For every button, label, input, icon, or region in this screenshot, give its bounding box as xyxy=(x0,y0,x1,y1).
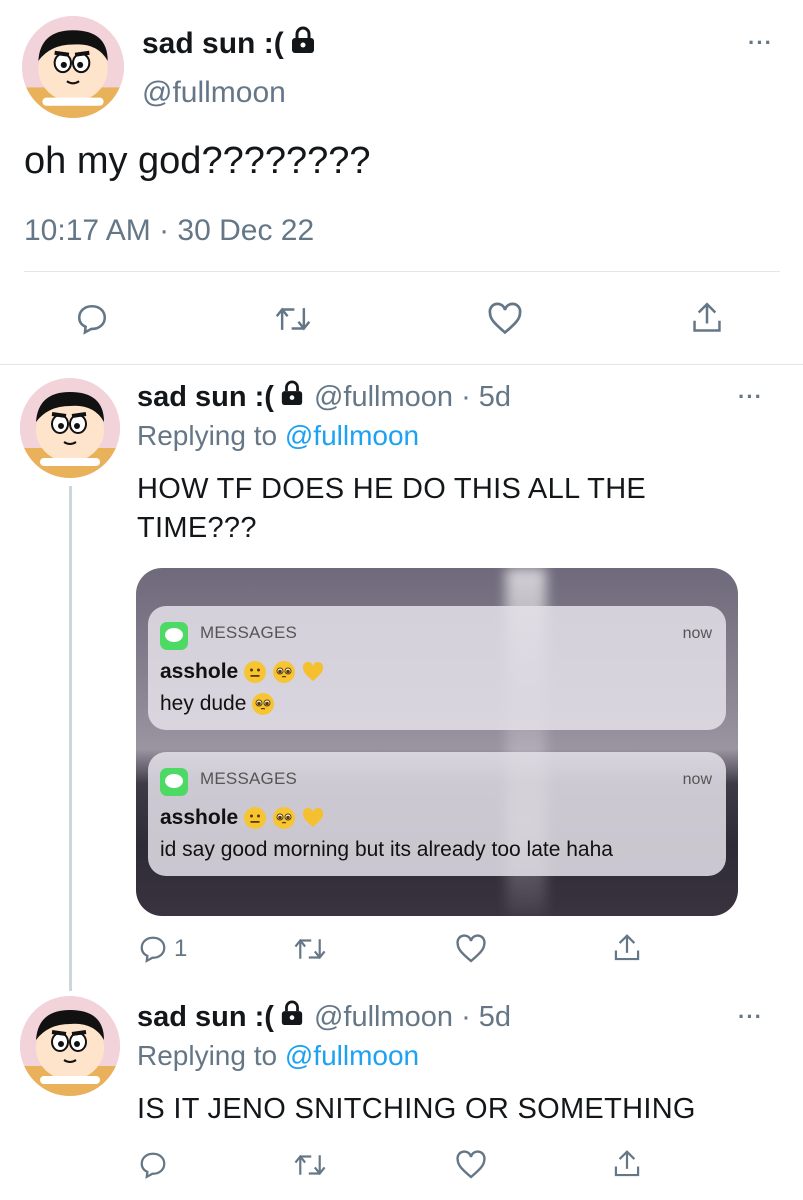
tweet-text: oh my god???????? xyxy=(24,140,371,182)
share-button[interactable] xyxy=(690,300,724,336)
share-icon xyxy=(693,302,721,332)
share-button[interactable] xyxy=(612,1148,642,1180)
notification-sender: asshole xyxy=(160,806,325,830)
like-icon xyxy=(456,934,486,963)
reply-icon xyxy=(140,936,166,963)
divider xyxy=(0,364,803,365)
notification-time: now xyxy=(682,625,712,642)
notification-app-name: MESSAGES xyxy=(200,623,298,642)
more-icon[interactable]: ··· xyxy=(738,1004,763,1030)
neutral-face-icon xyxy=(243,806,267,830)
pleading-face-icon xyxy=(272,806,296,830)
reply-count: 1 xyxy=(174,935,188,962)
notification-card: MESSAGES now asshole hey dude xyxy=(148,606,726,730)
reply-header: sad sun :( @fullmoon · 5d xyxy=(137,380,511,414)
tweet-image[interactable]: MESSAGES now asshole hey dude MESSAGES n… xyxy=(136,568,738,916)
share-icon xyxy=(614,934,640,961)
neutral-face-icon xyxy=(243,660,267,684)
tweet-text: HOW TF DOES HE DO THIS ALL THE TIME??? xyxy=(137,473,647,544)
messages-icon xyxy=(160,622,188,650)
reply-icon xyxy=(77,304,107,335)
notification-card: MESSAGES now asshole id say good morning… xyxy=(148,752,726,876)
lock-icon xyxy=(280,380,304,414)
notification-message: id say good morning but its already too … xyxy=(160,838,613,861)
author-name[interactable]: sad sun :( xyxy=(137,380,304,414)
reply-button[interactable] xyxy=(75,302,109,336)
author-handle[interactable]: @fullmoon · 5d xyxy=(314,1001,511,1034)
replying-to-link[interactable]: @fullmoon xyxy=(285,1040,419,1071)
author-name[interactable]: sad sun :( xyxy=(137,1000,304,1034)
tweet-text: IS IT JENO SNITCHING OR SOMETHING xyxy=(137,1093,696,1125)
share-icon xyxy=(614,1150,640,1177)
lock-icon xyxy=(290,26,316,62)
notification-sender: asshole xyxy=(160,660,325,684)
pleading-face-icon xyxy=(251,692,275,716)
like-icon xyxy=(488,302,522,335)
more-icon[interactable]: ··· xyxy=(748,30,773,56)
like-button[interactable] xyxy=(455,934,487,964)
replying-to: Replying to @fullmoon xyxy=(137,1040,420,1071)
lock-icon xyxy=(280,1000,304,1034)
author-avatar[interactable] xyxy=(22,16,124,118)
author-name[interactable]: sad sun :( xyxy=(142,26,316,62)
like-button[interactable] xyxy=(455,1150,487,1180)
author-handle[interactable]: @fullmoon · 5d xyxy=(314,381,511,414)
yellow-heart-icon xyxy=(301,660,325,684)
yellow-heart-icon xyxy=(301,806,325,830)
like-button[interactable] xyxy=(487,302,523,336)
author-avatar[interactable] xyxy=(20,378,120,478)
author-avatar[interactable] xyxy=(20,996,120,1096)
replying-to: Replying to @fullmoon xyxy=(137,420,420,451)
retweet-icon xyxy=(275,307,311,331)
thread-line xyxy=(69,486,72,991)
retweet-icon xyxy=(294,1154,326,1176)
reply-icon xyxy=(140,1152,166,1179)
share-button[interactable] xyxy=(612,932,642,964)
more-icon[interactable]: ··· xyxy=(738,384,763,410)
reply-button[interactable] xyxy=(138,1150,168,1180)
divider xyxy=(24,271,780,272)
reply-button[interactable]: 1 xyxy=(138,934,187,964)
notification-time: now xyxy=(682,771,712,788)
retweet-icon xyxy=(294,938,326,960)
retweet-button[interactable] xyxy=(293,1150,327,1180)
messages-icon xyxy=(160,768,188,796)
retweet-button[interactable] xyxy=(274,302,312,336)
notification-app-name: MESSAGES xyxy=(200,769,298,788)
notification-message: hey dude xyxy=(160,692,275,716)
retweet-button[interactable] xyxy=(293,934,327,964)
replying-to-link[interactable]: @fullmoon xyxy=(285,420,419,451)
tweet-timestamp[interactable]: 10:17 AM · 30 Dec 22 xyxy=(24,214,314,248)
pleading-face-icon xyxy=(272,660,296,684)
like-icon xyxy=(456,1150,486,1179)
reply-header: sad sun :( @fullmoon · 5d xyxy=(137,1000,511,1034)
author-handle[interactable]: @fullmoon xyxy=(142,76,286,110)
